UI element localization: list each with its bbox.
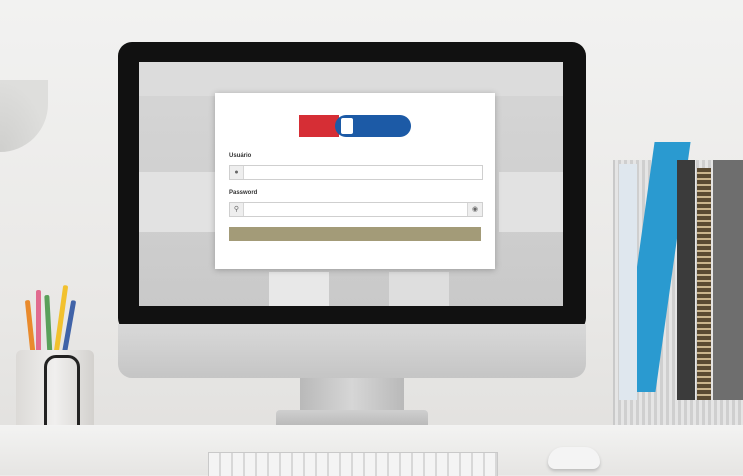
gray-binder — [713, 160, 743, 400]
keyboard — [208, 452, 498, 476]
bg-tile — [139, 172, 215, 232]
user-label: Usuário — [229, 153, 252, 159]
bg-tile — [269, 272, 329, 306]
user-icon: ● — [230, 166, 244, 179]
bg-tile — [139, 62, 563, 96]
monitor-stand-neck — [300, 378, 404, 414]
password-field[interactable]: ⚲ ◉ — [229, 202, 483, 217]
white-file — [619, 164, 637, 400]
bg-tile — [499, 172, 563, 232]
password-label: Password — [229, 190, 258, 196]
logo-red-block — [299, 115, 339, 137]
bg-tile — [389, 272, 449, 306]
monitor-chin — [118, 324, 586, 378]
magazine-shelf — [613, 142, 743, 445]
key-icon: ⚲ — [230, 203, 244, 216]
logo-blue-pill — [335, 115, 411, 137]
eye-icon[interactable]: ◉ — [467, 203, 482, 216]
login-dialog: Usuário ● Password ⚲ ◉ — [215, 93, 495, 269]
user-field[interactable]: ● — [229, 165, 483, 180]
logo-badge-icon — [341, 118, 353, 134]
dark-binder — [677, 160, 695, 400]
login-button[interactable] — [229, 227, 481, 241]
mouse — [548, 447, 600, 469]
striped-binder — [697, 168, 711, 400]
